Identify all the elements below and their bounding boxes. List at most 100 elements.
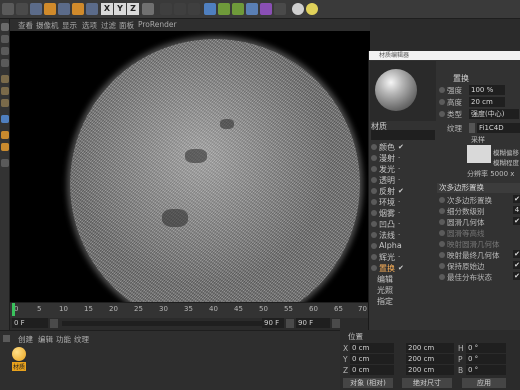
checkmark-icon[interactable]: ✔: [398, 187, 404, 195]
channel-diffusion[interactable]: 漫射 ·: [371, 153, 437, 164]
coordinate-mode-select[interactable]: 对象 (相对): [343, 378, 393, 388]
playhead[interactable]: [12, 303, 15, 316]
texture-thumbnail[interactable]: [467, 145, 491, 163]
position-x-field[interactable]: 0 cm: [350, 343, 394, 353]
checkmark-icon[interactable]: ✔: [513, 250, 520, 258]
position-z-field[interactable]: 0 cm: [350, 365, 394, 375]
model-mode-icon[interactable]: [1, 35, 9, 43]
menu-filter[interactable]: 过滤: [101, 20, 116, 31]
rotation-p-field[interactable]: 0 °: [466, 354, 506, 364]
size-y-field[interactable]: 200 cm: [406, 354, 454, 364]
end-frame-field[interactable]: 90 F: [296, 318, 330, 328]
type-select[interactable]: 强度(中心): [469, 109, 519, 119]
preview-end-field[interactable]: 90 F: [262, 318, 284, 328]
array-icon[interactable]: [246, 3, 258, 15]
checkbox[interactable]: ·: [398, 242, 400, 250]
menu-prorender[interactable]: ProRender: [138, 20, 177, 29]
camera-icon[interactable]: [292, 3, 304, 15]
apply-button[interactable]: 应用: [462, 378, 506, 388]
render-picture-viewer-icon[interactable]: [174, 3, 186, 15]
channel-glow[interactable]: 辉光 ·: [371, 252, 437, 263]
rotation-h-field[interactable]: 0 °: [466, 343, 506, 353]
channel-displacement[interactable]: 置换 ✔: [371, 263, 437, 274]
workplane-icon[interactable]: [1, 59, 9, 67]
spline-icon[interactable]: [218, 3, 230, 15]
subpolygon-section-header[interactable]: 次多边形置换: [437, 183, 520, 193]
checkbox[interactable]: ·: [398, 198, 400, 206]
subdivision-level-field[interactable]: 4: [513, 206, 520, 214]
axis-y-toggle[interactable]: Y: [114, 3, 126, 15]
menu-texture[interactable]: 纹理: [74, 334, 89, 345]
menu-cameras[interactable]: 摄像机: [36, 20, 59, 31]
menu-view[interactable]: 查看: [18, 20, 33, 31]
menu-display[interactable]: 显示: [62, 20, 77, 31]
checkbox[interactable]: ·: [398, 253, 400, 261]
menu-edit[interactable]: 编辑: [38, 334, 53, 345]
channel-environment[interactable]: 环境 ·: [371, 197, 437, 208]
channel-color[interactable]: 颜色 ✔: [371, 142, 437, 153]
checkbox[interactable]: ·: [398, 231, 400, 239]
end-step-icon[interactable]: [332, 319, 340, 328]
undo-icon[interactable]: [2, 3, 14, 15]
axis-z-toggle[interactable]: Z: [127, 3, 139, 15]
height-field[interactable]: 20 cm: [469, 97, 505, 107]
perspective-viewport[interactable]: [10, 31, 370, 302]
axis-mode-icon[interactable]: [1, 115, 9, 123]
texture-mode-icon[interactable]: [1, 47, 9, 55]
channel-normal[interactable]: 法线 ·: [371, 230, 437, 241]
snap-icon[interactable]: [1, 131, 9, 139]
menu-panel[interactable]: 面板: [119, 20, 134, 31]
checkbox[interactable]: ·: [398, 220, 400, 228]
range-step-icon[interactable]: [286, 319, 294, 328]
checkbox[interactable]: ·: [398, 154, 400, 162]
menu-options[interactable]: 选项: [82, 20, 97, 31]
axis-x-toggle[interactable]: X: [101, 3, 113, 15]
channel-luminance[interactable]: 发光 ·: [371, 164, 437, 175]
make-editable-icon[interactable]: [1, 23, 9, 31]
channel-bump[interactable]: 凹凸 ·: [371, 219, 437, 230]
edges-mode-icon[interactable]: [1, 87, 9, 95]
checkmark-icon[interactable]: ✔: [513, 195, 520, 203]
channel-transparency[interactable]: 透明 ·: [371, 175, 437, 186]
timeline-ruler[interactable]: 0 5 10 15 20 25 30 35 40 45 50 55 60 65 …: [10, 302, 370, 318]
light-icon[interactable]: [306, 3, 318, 15]
menu-function[interactable]: 功能: [56, 334, 71, 345]
material-editor-titlebar[interactable]: 材质编辑器: [369, 51, 520, 60]
checkmark-icon[interactable]: ✔: [398, 264, 404, 272]
nurbs-icon[interactable]: [232, 3, 244, 15]
cube-icon[interactable]: [204, 3, 216, 15]
polygons-mode-icon[interactable]: [1, 99, 9, 107]
channel-alpha[interactable]: Alpha ·: [371, 241, 437, 252]
deformer-icon[interactable]: [260, 3, 272, 15]
texture-menu-button[interactable]: [469, 123, 475, 133]
strength-field[interactable]: 100 %: [469, 85, 505, 95]
frame-step-icon[interactable]: [50, 319, 58, 328]
sub-assignment[interactable]: 指定: [377, 296, 393, 307]
sampling-label[interactable]: 采样: [471, 135, 485, 145]
coordinate-system-icon[interactable]: [142, 3, 154, 15]
select-icon[interactable]: [30, 3, 42, 15]
material-name-field[interactable]: [371, 130, 435, 140]
position-y-field[interactable]: 0 cm: [350, 354, 394, 364]
scale-icon[interactable]: [58, 3, 70, 15]
rotation-b-field[interactable]: 0 °: [466, 365, 506, 375]
preview-range-slider[interactable]: [62, 321, 262, 326]
last-tool-icon[interactable]: [86, 3, 98, 15]
channel-reflectance[interactable]: 反射 ✔: [371, 186, 437, 197]
render-settings-icon[interactable]: [188, 3, 200, 15]
checkmark-icon[interactable]: ✔: [513, 272, 520, 280]
sub-illumination[interactable]: 光照: [377, 285, 393, 296]
rotate-icon[interactable]: [72, 3, 84, 15]
size-x-field[interactable]: 200 cm: [406, 343, 454, 353]
checkmark-icon[interactable]: ✔: [398, 143, 404, 151]
channel-fog[interactable]: 烟雾 ·: [371, 208, 437, 219]
scene-icon[interactable]: [274, 3, 286, 15]
menu-create[interactable]: 创建: [18, 334, 33, 345]
material-thumbnail[interactable]: [12, 347, 26, 361]
size-z-field[interactable]: 200 cm: [406, 365, 454, 375]
redo-icon[interactable]: [16, 3, 28, 15]
checkbox[interactable]: ·: [398, 176, 400, 184]
texture-field[interactable]: Fi1C4D: [477, 123, 520, 133]
lock-workplane-icon[interactable]: [1, 143, 9, 151]
size-mode-select[interactable]: 绝对尺寸: [402, 378, 452, 388]
